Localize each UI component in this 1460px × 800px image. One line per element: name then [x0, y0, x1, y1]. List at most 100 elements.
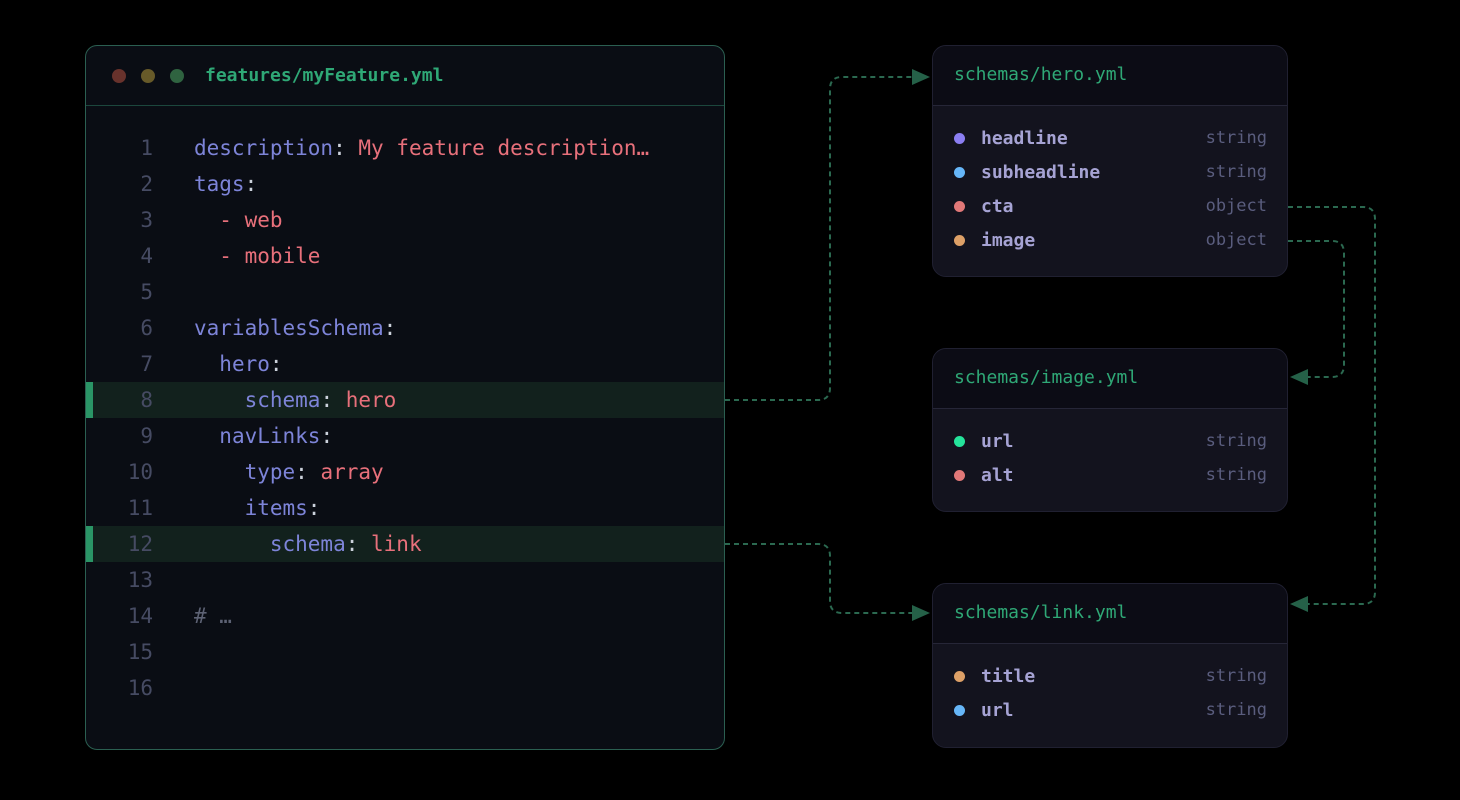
token-key: schema — [270, 532, 346, 556]
field-dot-icon — [954, 671, 965, 682]
line-number: 11 — [86, 490, 153, 526]
code-line-6[interactable]: 6variablesSchema: — [86, 310, 724, 346]
line-number: 8 — [86, 382, 153, 418]
token-punc: : — [333, 136, 346, 160]
maximize-window-dot[interactable] — [170, 69, 184, 83]
minimize-window-dot[interactable] — [141, 69, 155, 83]
field-name: title — [981, 666, 1035, 687]
connector-line8-to-hero-card — [725, 77, 912, 400]
token-key: description — [194, 136, 333, 160]
code-line-3[interactable]: 3 - web — [86, 202, 724, 238]
arrowhead-hero-card — [912, 69, 930, 85]
token-val: array — [308, 460, 384, 484]
schema-card-fields: headline string subheadline string ctaobject… — [933, 106, 1287, 257]
token-val: - mobile — [219, 244, 320, 268]
diagram-canvas: features/myFeature.yml 1 description: My … — [0, 0, 1460, 800]
schema-card-hero: schemas/hero.ymlheadlinestringsubheadlin… — [932, 45, 1288, 277]
field-dot-icon — [954, 436, 965, 447]
field-row-title: title string — [954, 659, 1267, 693]
editor-titlebar: features/myFeature.yml — [86, 46, 724, 106]
field-type: string — [1206, 700, 1267, 720]
token-val: - web — [219, 208, 282, 232]
schema-card-fields: title string url string — [933, 644, 1287, 727]
schema-card-title: schemas/hero.yml — [933, 46, 1287, 106]
field-row-image: imageobject — [954, 223, 1267, 257]
field-dot-icon — [954, 470, 965, 481]
field-type: string — [1206, 431, 1267, 451]
editor-window: features/myFeature.yml 1 description: My … — [85, 45, 725, 750]
field-type: string — [1206, 128, 1267, 148]
field-name: url — [981, 431, 1014, 452]
schema-card-image: schemas/image.ymlurlstringaltstring — [932, 348, 1288, 512]
code-line-12[interactable]: 12 schema: link — [86, 526, 724, 562]
token-val: link — [358, 532, 421, 556]
code-text: hero: — [153, 352, 283, 376]
field-dot-icon — [954, 235, 965, 246]
code-line-11[interactable]: 11 items: — [86, 490, 724, 526]
code-line-9[interactable]: 9 navLinks: — [86, 418, 724, 454]
code-line-4[interactable]: 4 - mobile — [86, 238, 724, 274]
line-number: 12 — [86, 526, 153, 562]
code-line-8[interactable]: 8 schema: hero — [86, 382, 724, 418]
field-type: string — [1206, 162, 1267, 182]
line-number: 1 — [86, 130, 153, 166]
field-row-subheadline: subheadline string — [954, 155, 1267, 189]
token-key: items — [245, 496, 308, 520]
token-key: variablesSchema — [194, 316, 384, 340]
code-line-13[interactable]: 13 — [86, 562, 724, 598]
close-window-dot[interactable] — [112, 69, 126, 83]
code-text: - mobile — [153, 244, 320, 268]
field-dot-icon — [954, 705, 965, 716]
token-punc: : — [346, 532, 359, 556]
token-val: My feature description… — [346, 136, 649, 160]
token-key: tags — [194, 172, 245, 196]
schema-card-fields: urlstringaltstring — [933, 409, 1287, 492]
field-type: object — [1206, 196, 1267, 216]
code-line-16[interactable]: 16 — [86, 670, 724, 706]
arrowhead-link-card-right — [1290, 596, 1308, 612]
field-row-cta: ctaobject — [954, 189, 1267, 223]
code-text — [153, 280, 194, 304]
token-val: hero — [333, 388, 396, 412]
code-text: - web — [153, 208, 283, 232]
code-text: variablesSchema: — [153, 316, 396, 340]
line-number: 14 — [86, 598, 153, 634]
field-name: headline — [981, 128, 1068, 149]
connector-line12-to-link-card — [725, 544, 912, 613]
field-name: url — [981, 700, 1014, 721]
code-line-5[interactable]: 5 — [86, 274, 724, 310]
line-number: 15 — [86, 634, 153, 670]
code-line-2[interactable]: 2tags: — [86, 166, 724, 202]
code-text — [153, 568, 194, 592]
code-line-10[interactable]: 10 type: array — [86, 454, 724, 490]
token-comment: # … — [194, 604, 232, 628]
token-key: type — [245, 460, 296, 484]
token-key: hero — [219, 352, 270, 376]
field-dot-icon — [954, 201, 965, 212]
line-number: 5 — [86, 274, 153, 310]
token-key: schema — [245, 388, 321, 412]
token-punc: : — [245, 172, 258, 196]
code-text: navLinks: — [153, 424, 333, 448]
connector-cta-to-link-card — [1288, 207, 1375, 604]
token-punc: : — [384, 316, 397, 340]
field-row-url: url string — [954, 693, 1267, 727]
field-name: image — [981, 230, 1035, 251]
code-line-14[interactable]: 14 # … — [86, 598, 724, 634]
line-number: 10 — [86, 454, 153, 490]
code-text: # … — [153, 604, 232, 628]
code-text: tags: — [153, 172, 257, 196]
code-line-1[interactable]: 1 description: My feature description… — [86, 130, 724, 166]
field-dot-icon — [954, 167, 965, 178]
code-line-15[interactable]: 15 — [86, 634, 724, 670]
field-name: subheadline — [981, 162, 1100, 183]
arrowhead-link-card-left — [912, 605, 930, 621]
arrowhead-image-card — [1290, 369, 1308, 385]
line-number: 2 — [86, 166, 153, 202]
token-punc: : — [295, 460, 308, 484]
code-line-7[interactable]: 7 hero: — [86, 346, 724, 382]
line-number: 13 — [86, 562, 153, 598]
field-type: string — [1206, 666, 1267, 686]
field-dot-icon — [954, 133, 965, 144]
token-punc: : — [270, 352, 283, 376]
